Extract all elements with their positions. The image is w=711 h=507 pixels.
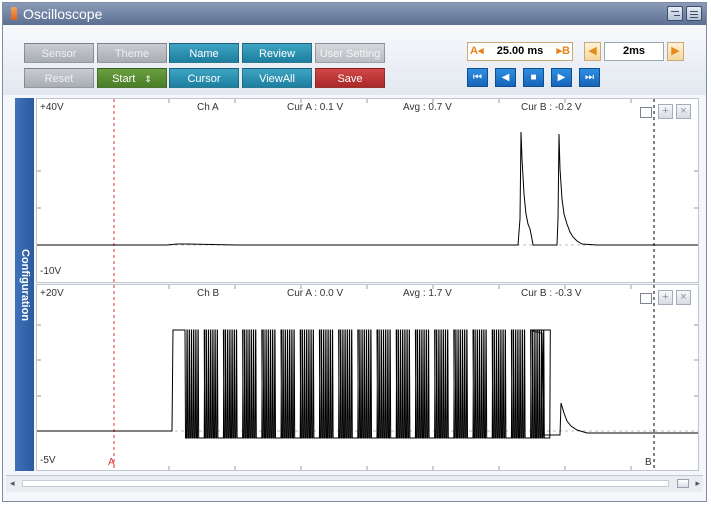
channel-a-avg: Avg : 0.7 V [403,102,452,113]
menu-window-button[interactable] [686,6,702,21]
channel-a-maximize-icon[interactable] [640,107,652,118]
channel-a-trace [37,131,698,246]
channel-b-trace [37,329,698,439]
review-button[interactable]: Review [242,43,312,63]
user-setting-button[interactable]: User Setting [315,43,385,63]
start-spinner-icon: ⇕ [144,74,152,84]
previous-icon[interactable]: ◀ [495,68,516,87]
channel-b-plot[interactable] [37,285,698,470]
channel-b-panel[interactable]: +20V -5V Ch B Cur A : 0.0 V Avg : 1.7 V … [36,284,699,471]
title-bar: Oscilloscope [3,3,706,25]
tick-marks [37,285,698,470]
window-title: Oscilloscope [23,6,103,22]
app-icon [11,7,17,20]
channel-a-panel[interactable]: +40V -10V Ch A Cur A : 0.1 V Avg : 0.7 V… [36,98,699,283]
oscilloscope-window: Oscilloscope Sensor Theme Name Review Us… [2,2,707,502]
channel-b-close-button[interactable]: × [676,290,691,305]
channel-b-cur-a: Cur A : 0.0 V [287,288,344,299]
channel-b-avg: Avg : 1.7 V [403,288,452,299]
scroll-thumb[interactable] [677,479,689,488]
tick-marks [37,99,698,209]
configuration-label: Configuration [18,248,31,321]
stop-icon[interactable]: ■ [523,68,544,87]
cursor-a-label[interactable]: A◂ [470,43,483,60]
horizontal-scrollbar[interactable]: ◂ ▸ [6,475,703,492]
time-div-field[interactable]: 2ms [604,42,664,61]
cursor-interval-value: 25.00 ms [496,45,544,57]
configuration-tab[interactable]: Configuration [15,98,34,471]
channel-b-bottom-scale: -5V [40,455,56,466]
first-icon[interactable]: ⏮ [467,68,488,87]
channel-b-name: Ch B [197,288,220,299]
cursor-b-label[interactable]: ▸B [557,43,570,60]
channel-a-top-scale: +40V [40,102,64,113]
scroll-left-icon[interactable]: ◂ [10,478,15,489]
channel-a-cur-b: Cur B : -0.2 V [521,102,582,113]
cursor-interval-display: A◂ 25.00 ms ▸B [467,42,573,61]
scroll-right-icon[interactable]: ▸ [695,478,700,489]
channel-a-cur-a: Cur A : 0.1 V [287,102,344,113]
time-div-decrease-button[interactable]: ◀ [584,42,601,61]
channel-a-close-button[interactable]: × [676,104,691,119]
scroll-track[interactable] [22,480,669,487]
cursor-b-marker[interactable]: B [645,457,652,468]
start-label: Start [112,73,136,85]
restore-window-button[interactable] [667,6,683,21]
channel-a-add-button[interactable]: + [658,104,673,119]
name-button[interactable]: Name [169,43,239,63]
channel-b-top-scale: +20V [40,288,64,299]
cursor-a-marker[interactable]: A [108,457,115,468]
theme-button[interactable]: Theme [97,43,167,63]
reset-button[interactable]: Reset [24,68,94,88]
view-all-button[interactable]: ViewAll [242,68,312,88]
toolbar: Sensor Theme Name Review User Setting Re… [3,25,706,95]
channel-b-maximize-icon[interactable] [640,293,652,304]
sensor-button[interactable]: Sensor [24,43,94,63]
channel-b-add-button[interactable]: + [658,290,673,305]
cursor-button[interactable]: Cursor [169,68,239,88]
channel-a-bottom-scale: -10V [40,266,62,277]
channel-a-name: Ch A [197,102,219,113]
last-icon[interactable]: ⏭ [579,68,600,87]
save-button[interactable]: Save [315,68,385,88]
channel-a-plot[interactable] [37,99,698,282]
start-button[interactable]: Start ⇕ [97,68,167,88]
next-icon[interactable]: ▶ [551,68,572,87]
time-div-increase-button[interactable]: ▶ [667,42,684,61]
channel-b-cur-b: Cur B : -0.3 V [521,288,582,299]
